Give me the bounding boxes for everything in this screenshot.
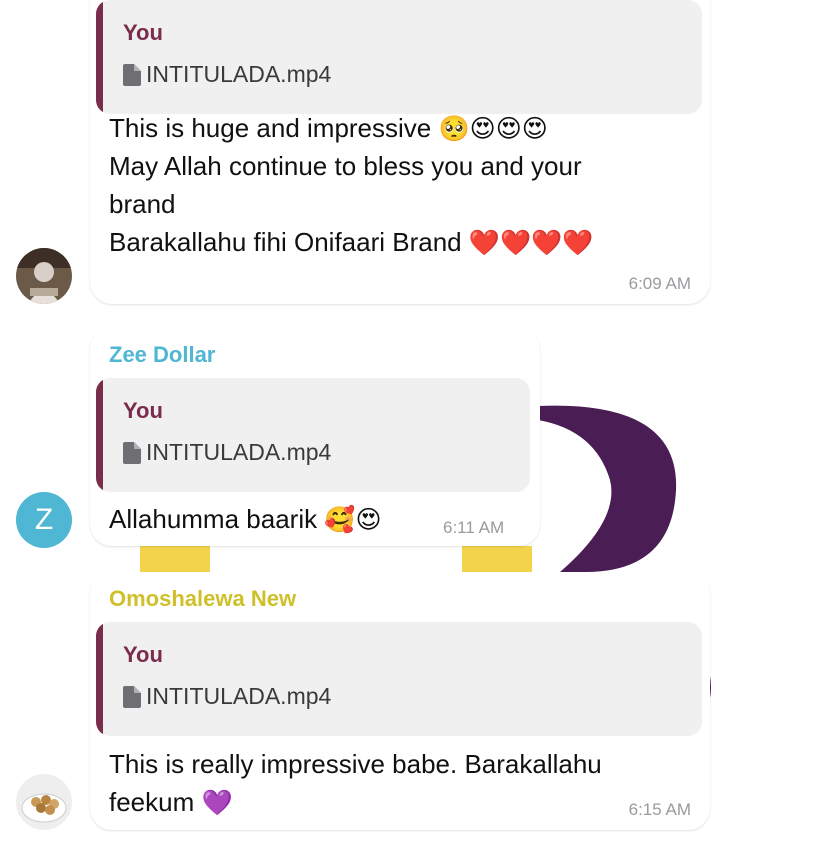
- message-timestamp: 6:15 AM: [628, 800, 691, 819]
- message-text-line: This is huge and impressive 🥺😍😍😍: [109, 113, 548, 143]
- reply-file-name: INTITULADA.mp4: [146, 439, 332, 465]
- reply-preview[interactable]: You INTITULADA.mp4: [96, 0, 702, 114]
- reply-author: You: [123, 398, 163, 423]
- avatar-sender-3[interactable]: [16, 774, 72, 830]
- message-bubble[interactable]: Omoshalewa New You INTITULADA.mp4 This i…: [90, 572, 710, 830]
- reply-accent-bar: [96, 622, 103, 736]
- emoji-group: 🥺😍😍😍: [438, 115, 548, 143]
- emoji-purple-heart: 💜: [201, 789, 233, 817]
- emoji-group: ❤️❤️❤️❤️: [468, 229, 594, 257]
- message-text-line: Allahumma baarik 🥰😍: [109, 504, 382, 534]
- reply-file: INTITULADA.mp4: [123, 439, 331, 466]
- reply-preview[interactable]: You INTITULADA.mp4: [96, 622, 702, 736]
- sender-name[interactable]: Omoshalewa New: [109, 586, 296, 612]
- file-icon: [123, 63, 141, 86]
- reply-file-name: INTITULADA.mp4: [146, 683, 332, 709]
- file-icon: [123, 685, 141, 708]
- message-text-line: May Allah continue to bless you and your: [109, 151, 582, 181]
- reply-file: INTITULADA.mp4: [123, 683, 331, 710]
- reply-accent-bar: [96, 0, 103, 114]
- sender-name[interactable]: Zee Dollar: [109, 342, 215, 368]
- message-timestamp: 6:09 AM: [628, 274, 691, 293]
- message-timestamp: 6:11 AM: [443, 518, 505, 537]
- avatar-sender-1[interactable]: [16, 248, 72, 304]
- message-text-line: Barakallahu fihi Onifaari Brand ❤️❤️❤️❤️: [109, 227, 594, 257]
- avatar-sender-2[interactable]: Z: [16, 492, 72, 548]
- message-text-line: brand: [109, 189, 176, 219]
- reply-author: You: [123, 642, 163, 667]
- message-text-line: This is really impressive babe. Barakall…: [109, 749, 602, 779]
- message-text-line: feekum 💜: [109, 787, 233, 817]
- reply-preview[interactable]: You INTITULADA.mp4: [96, 378, 530, 492]
- message-bubble[interactable]: Zee Dollar You INTITULADA.mp4 Allahumma …: [90, 328, 540, 546]
- reply-file: INTITULADA.mp4: [123, 61, 331, 88]
- reply-file-name: INTITULADA.mp4: [146, 61, 332, 87]
- message-bubble[interactable]: You INTITULADA.mp4 This is huge and impr…: [90, 0, 710, 304]
- file-icon: [123, 441, 141, 464]
- emoji-group: 🥰😍: [324, 506, 382, 534]
- wallpaper-crescent-shape: [538, 405, 677, 572]
- reply-accent-bar: [96, 378, 103, 492]
- reply-author: You: [123, 20, 163, 45]
